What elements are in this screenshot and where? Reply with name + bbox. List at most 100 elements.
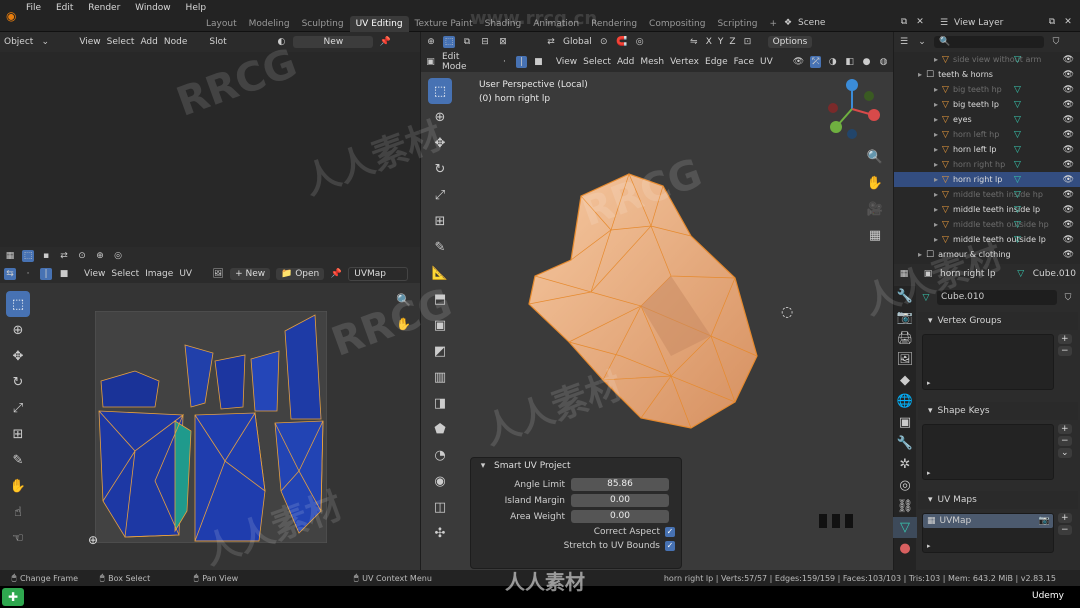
- open-image-button[interactable]: 📁 Open: [276, 268, 325, 280]
- editor-type-icon[interactable]: ⊕: [425, 36, 437, 48]
- uv-maps-list[interactable]: ▦ UVMap 📷 ▸: [922, 513, 1054, 553]
- outliner-collection-row[interactable]: ▸ ☐ armour & clothing 👁: [894, 247, 1080, 262]
- search-input[interactable]: 🔍: [934, 36, 1044, 48]
- world-tab-icon[interactable]: 🌐: [893, 391, 917, 412]
- 3d-viewport[interactable]: ⊕ ⬚ ⧉ ⊟ ⊠ ⇄ Global ⊙ 🧲 ◎ ⇋ X Y Z ⊡ Optio…: [421, 32, 893, 570]
- edge-select-icon[interactable]: |: [515, 56, 527, 68]
- outliner-object-row[interactable]: ▸ ▽ big teeth lp ▽ 👁: [894, 97, 1080, 112]
- tab-uv-editing[interactable]: UV Editing: [349, 16, 409, 32]
- shader-editor[interactable]: Object ⌄ View Select Add Node Slot ◐ New…: [0, 32, 420, 247]
- new-image-button[interactable]: + New: [230, 268, 271, 280]
- remove-shape-key-button[interactable]: −: [1058, 436, 1072, 446]
- gizmo-x-axis[interactable]: [868, 109, 880, 121]
- scale-tool-icon[interactable]: ⤢: [6, 395, 30, 421]
- pin-icon[interactable]: 📌: [330, 268, 342, 280]
- menu-view[interactable]: View: [556, 57, 577, 67]
- uv-islands-canvas[interactable]: [95, 311, 327, 543]
- uv-island-center[interactable]: [194, 412, 266, 542]
- camera-icon[interactable]: 🎥: [863, 196, 887, 222]
- select-icon[interactable]: ⬚: [443, 36, 455, 48]
- grid-view-icon[interactable]: ▦: [863, 222, 887, 248]
- gizmo-neg-x[interactable]: [828, 103, 838, 113]
- tab-texture-paint[interactable]: Texture Paint: [409, 16, 479, 32]
- pivot-icon[interactable]: ⊙: [76, 250, 88, 262]
- visibility-eye-icon[interactable]: 👁: [1063, 250, 1074, 260]
- menu-uv[interactable]: UV: [760, 57, 773, 67]
- menu-select[interactable]: Select: [111, 269, 139, 279]
- filter-icon[interactable]: ⛉: [1050, 36, 1062, 48]
- menu-select[interactable]: Select: [107, 37, 135, 47]
- visibility-eye-icon[interactable]: 👁: [1063, 190, 1074, 200]
- uv-island-top-3[interactable]: [250, 350, 280, 412]
- outliner-object-row[interactable]: ▸ ▽ horn left lp ▽ 👁: [894, 142, 1080, 157]
- outliner-object-row[interactable]: ▸ ▽ horn right hp ▽ 👁: [894, 157, 1080, 172]
- properties-type-icon[interactable]: ▦: [898, 268, 910, 280]
- area-weight-field[interactable]: 0.00: [571, 510, 669, 523]
- island-margin-field[interactable]: 0.00: [571, 494, 669, 507]
- image-browse-icon[interactable]: 🖼: [212, 268, 224, 280]
- axis-y[interactable]: Y: [718, 37, 724, 47]
- gizmo-icon[interactable]: ⤱: [810, 56, 822, 68]
- gizmo-neg-z[interactable]: [847, 129, 857, 139]
- pan-hand-icon[interactable]: ✋: [396, 317, 411, 331]
- output-tab-icon[interactable]: 🖨: [893, 328, 917, 349]
- transform-orientation-icon[interactable]: ⇄: [545, 36, 557, 48]
- face-select-icon[interactable]: ■: [533, 56, 544, 68]
- menu-window[interactable]: Window: [129, 0, 177, 24]
- outliner-object-row[interactable]: ▸ ▽ middle teeth inside hp ▽ 👁: [894, 187, 1080, 202]
- uv-face-icon[interactable]: ■: [58, 268, 70, 280]
- add-uv-map-button[interactable]: +: [1058, 513, 1072, 523]
- outliner-object-row[interactable]: ▸ ▽ horn left hp ▽ 👁: [894, 127, 1080, 142]
- pin-icon[interactable]: 📌: [379, 36, 391, 48]
- collapse-chevron-icon[interactable]: ▾: [477, 460, 489, 472]
- expand-arrow-icon[interactable]: ▸: [934, 55, 938, 64]
- mesh-browse-icon[interactable]: ▽: [920, 292, 932, 304]
- sync-icon[interactable]: ⇄: [58, 250, 70, 262]
- particles-tab-icon[interactable]: ✲: [893, 454, 917, 475]
- expand-arrow-icon[interactable]: ▸: [934, 100, 938, 109]
- horn-mesh[interactable]: [521, 166, 781, 436]
- edge-slide-tool-icon[interactable]: ◫: [428, 494, 452, 520]
- vertex-mode-icon[interactable]: ▪: [40, 250, 52, 262]
- menu-uv[interactable]: UV: [179, 269, 192, 279]
- new-material-button[interactable]: New: [293, 36, 374, 48]
- scale-tool-icon[interactable]: ⤢: [428, 182, 452, 208]
- tool-tab-icon[interactable]: 🔧: [893, 286, 917, 307]
- vertex-groups-list[interactable]: ▸: [922, 334, 1054, 390]
- uv-editor[interactable]: ▦ ⬚ ▪ ⇄ ⊙ ⊕ ◎ ⇆ · | ■ View Select Image …: [0, 247, 420, 570]
- correct-aspect-checkbox[interactable]: ✓: [665, 527, 675, 537]
- transform-orientation-dropdown[interactable]: Global: [563, 37, 592, 47]
- bevel-tool-icon[interactable]: ◩: [428, 338, 452, 364]
- add-shape-key-button[interactable]: +: [1058, 424, 1072, 434]
- chevron-down-icon[interactable]: ⌄: [39, 36, 51, 48]
- menu-vertex[interactable]: Vertex: [670, 57, 699, 67]
- vertex-select-icon[interactable]: ·: [499, 56, 510, 68]
- tab-modeling[interactable]: Modeling: [243, 16, 296, 32]
- axis-z[interactable]: Z: [729, 37, 735, 47]
- overlay-icon[interactable]: ◑: [827, 56, 838, 68]
- tab-scripting[interactable]: Scripting: [711, 16, 763, 32]
- shape-key-menu-button[interactable]: ⌄: [1058, 448, 1072, 458]
- mode-dropdown[interactable]: Object: [4, 37, 33, 47]
- proportional-edit-icon[interactable]: ◎: [634, 36, 646, 48]
- panel-header[interactable]: ▾ Smart UV Project: [471, 458, 681, 474]
- add-vertex-group-button[interactable]: +: [1058, 334, 1072, 344]
- physics-tab-icon[interactable]: ◎: [893, 475, 917, 496]
- select-extend-icon[interactable]: ⧉: [461, 36, 473, 48]
- outliner-object-row[interactable]: ▸ ▽ horn right lp ▽ 👁: [894, 172, 1080, 187]
- menu-select[interactable]: Select: [583, 57, 611, 67]
- knife-tool-icon[interactable]: ◨: [428, 390, 452, 416]
- inset-tool-icon[interactable]: ▣: [428, 312, 452, 338]
- add-workspace-button[interactable]: +: [764, 16, 784, 32]
- mesh-data-tab-icon[interactable]: ▽: [893, 517, 917, 538]
- properties-editor[interactable]: ▦ ▣ horn right lp ▽ Cube.010 🔧 📷 🖨 🖼 ◆ 🌐…: [893, 264, 1080, 570]
- outliner-object-row[interactable]: ▸ ▽ side view without arm ▽ 👁: [894, 52, 1080, 67]
- visibility-eye-icon[interactable]: 👁: [1063, 205, 1074, 215]
- smooth-tool-icon[interactable]: ◉: [428, 468, 452, 494]
- uv-editor-type-icon[interactable]: ▦: [4, 250, 16, 262]
- xray-icon[interactable]: ◧: [844, 56, 855, 68]
- expand-arrow-icon[interactable]: ▸: [934, 205, 938, 214]
- uv-vertex-icon[interactable]: ·: [22, 268, 34, 280]
- uv-island-top-right[interactable]: [284, 314, 322, 420]
- solid-shading-icon[interactable]: ●: [861, 56, 872, 68]
